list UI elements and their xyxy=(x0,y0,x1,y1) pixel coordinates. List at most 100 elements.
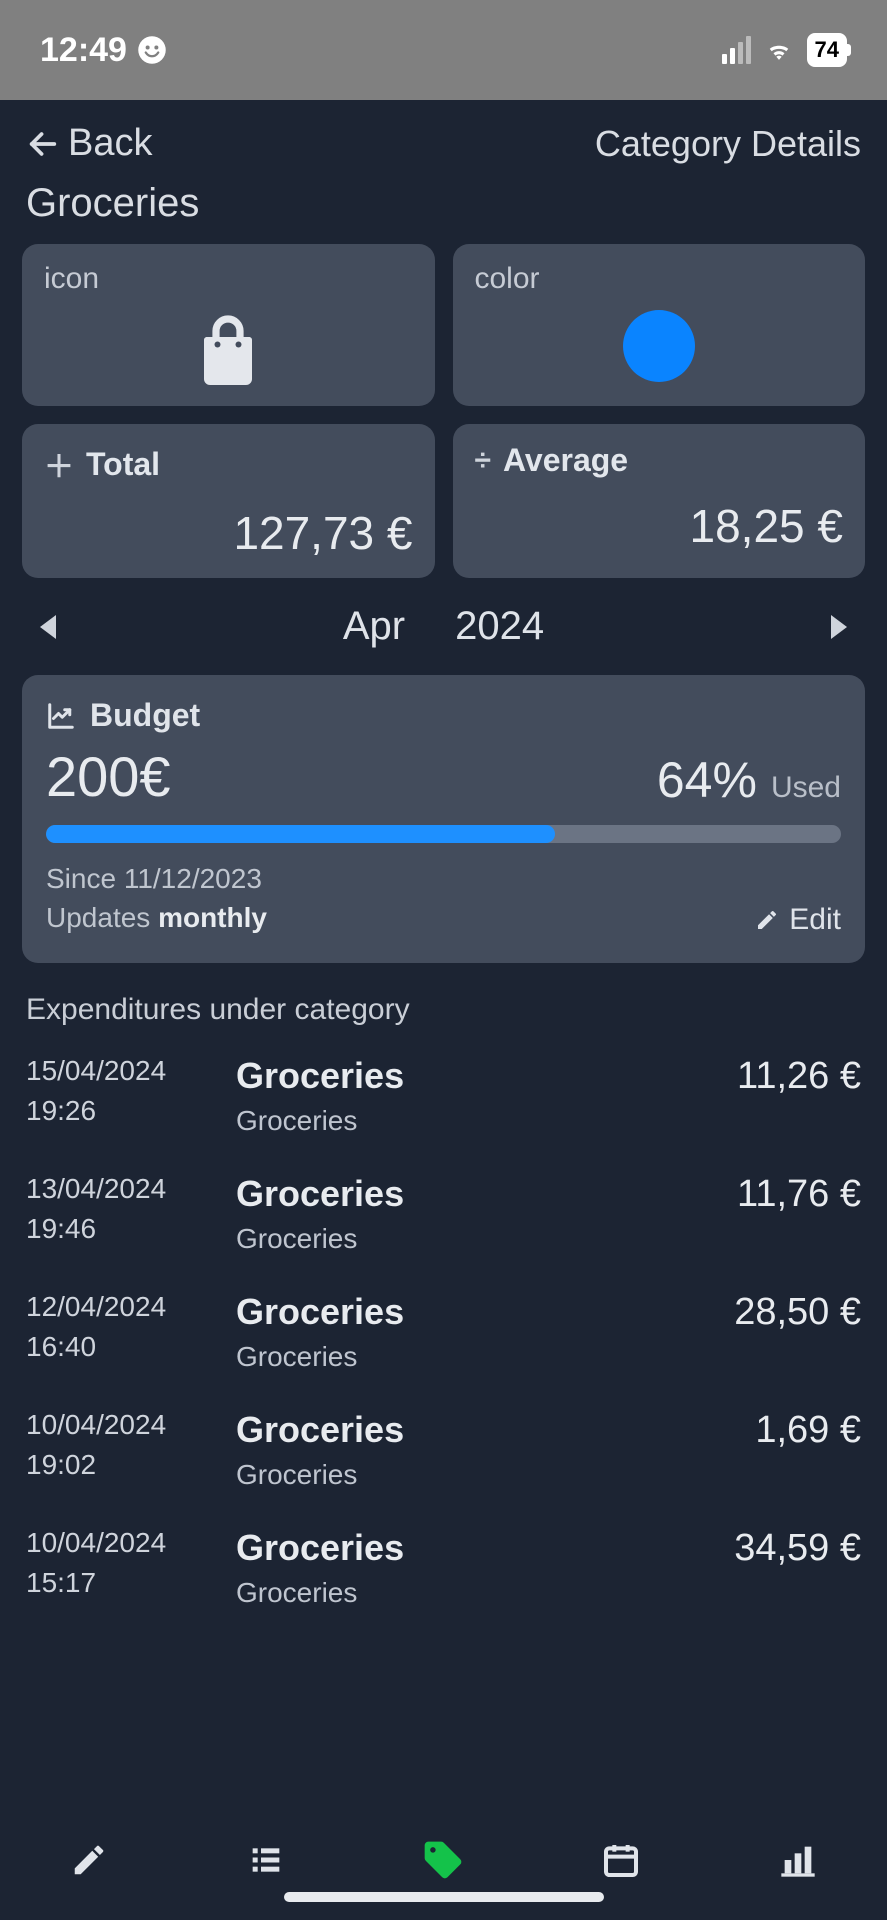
category-icon-holder xyxy=(44,310,413,388)
budget-progress-fill xyxy=(46,825,555,843)
transaction-subtitle: Groceries xyxy=(236,1577,714,1609)
budget-label: Budget xyxy=(90,697,200,734)
transaction-date: 12/04/2024 xyxy=(26,1291,216,1323)
edit-budget-button[interactable]: Edit xyxy=(755,903,841,937)
transaction-datetime: 10/04/2024 19:02 xyxy=(26,1409,216,1481)
battery-indicator: 74 xyxy=(807,33,847,67)
tab-calendar[interactable] xyxy=(591,1830,651,1890)
transaction-main: GroceriesGroceries xyxy=(236,1055,717,1137)
arrow-left-icon xyxy=(26,127,60,161)
tab-list[interactable] xyxy=(236,1830,296,1890)
divide-icon: ÷ xyxy=(475,444,491,478)
plus-icon: ＋ xyxy=(44,442,74,486)
icon-color-row: icon color xyxy=(0,244,887,406)
wifi-icon xyxy=(765,39,793,61)
transaction-time: 15:17 xyxy=(26,1567,216,1599)
transaction-main: Groceries Groceries xyxy=(236,1409,735,1491)
transaction-time: 19:26 xyxy=(26,1095,216,1127)
average-value: 18,25 € xyxy=(475,499,844,553)
period-display[interactable]: Apr 2024 xyxy=(343,604,544,649)
transaction-main: Groceries Groceries xyxy=(236,1173,717,1255)
budget-percent: 64% xyxy=(657,751,757,809)
bar-chart-icon xyxy=(778,1840,818,1880)
transaction-amount: 28,50 € xyxy=(734,1291,861,1334)
transaction-subtitle: Groceries xyxy=(236,1223,717,1255)
shopping-bag-icon xyxy=(192,310,264,388)
period-year: 2024 xyxy=(455,604,544,649)
status-time: 12:49 xyxy=(40,31,127,70)
transaction-datetime: 10/04/2024 15:17 xyxy=(26,1527,216,1599)
chart-line-icon xyxy=(46,701,76,731)
tab-tags[interactable] xyxy=(413,1830,473,1890)
prev-month-button[interactable] xyxy=(40,615,56,639)
budget-progress xyxy=(46,825,841,843)
budget-card[interactable]: Budget 200€ 64% Used Since 11/12/2023 Up… xyxy=(22,675,865,963)
home-indicator xyxy=(284,1892,604,1902)
pencil-icon xyxy=(755,908,779,932)
transaction-row[interactable]: 10/04/2024 15:17 Groceries Groceries 34,59 € xyxy=(0,1509,887,1627)
transaction-row[interactable]: 13/04/202419:46 Groceries Groceries 11,76 € xyxy=(0,1155,887,1273)
average-label: Average xyxy=(503,442,628,479)
transaction-date: 10/04/2024 xyxy=(26,1409,216,1441)
color-swatch xyxy=(623,310,695,382)
edit-label: Edit xyxy=(789,903,841,937)
transaction-title: Groceries xyxy=(236,1527,714,1569)
transaction-amount: 1,69 € xyxy=(755,1409,861,1452)
transaction-date: 15/04/2024 xyxy=(26,1055,216,1087)
calendar-icon xyxy=(601,1840,641,1880)
color-card[interactable]: color xyxy=(453,244,866,406)
status-bar: 12:49 74 xyxy=(0,0,887,100)
transaction-amount: 11,76 € xyxy=(737,1173,861,1216)
transaction-amount: 34,59 € xyxy=(734,1527,861,1570)
color-holder xyxy=(475,310,844,382)
period-month: Apr xyxy=(343,604,405,649)
budget-meta: Since 11/12/2023 Updates monthly xyxy=(46,859,267,937)
transaction-subtitle: Groceries xyxy=(236,1459,735,1491)
list-icon xyxy=(246,1840,286,1880)
transaction-subtitle: Groceries xyxy=(236,1341,714,1373)
period-selector: Apr 2024 xyxy=(0,578,887,675)
status-left: 12:49 xyxy=(40,31,167,70)
face-icon xyxy=(137,35,167,65)
transaction-datetime: 12/04/2024 16:40 xyxy=(26,1291,216,1363)
transaction-title: Groceries xyxy=(236,1173,717,1215)
transaction-time: 19:46 xyxy=(26,1213,216,1245)
icon-card[interactable]: icon xyxy=(22,244,435,406)
back-label: Back xyxy=(68,122,152,165)
budget-amount: 200€ xyxy=(46,744,171,809)
transaction-main: Groceries Groceries xyxy=(236,1527,714,1609)
transaction-datetime: 13/04/202419:46 xyxy=(26,1173,216,1245)
pencil-icon xyxy=(70,1841,108,1879)
tab-stats[interactable] xyxy=(768,1830,828,1890)
transaction-row[interactable]: 12/04/2024 16:40 Groceries Groceries 28,50 € xyxy=(0,1273,887,1391)
next-month-button[interactable] xyxy=(831,615,847,639)
back-button[interactable]: Back xyxy=(26,122,152,165)
cellular-signal-icon xyxy=(722,36,751,64)
total-value: 127,73 € xyxy=(44,506,413,560)
average-card[interactable]: ÷ Average 18,25 € xyxy=(453,424,866,578)
color-card-label: color xyxy=(475,262,844,296)
tab-edit[interactable] xyxy=(59,1830,119,1890)
transactions-header: Expenditures under category xyxy=(0,963,887,1037)
transaction-time: 16:40 xyxy=(26,1331,216,1363)
stats-row: ＋ Total 127,73 € ÷ Average 18,25 € xyxy=(0,424,887,578)
icon-card-label: icon xyxy=(44,262,413,296)
transaction-datetime: 15/04/2024 19:26 xyxy=(26,1055,216,1127)
nav-row: Back Category Details xyxy=(0,100,887,173)
transaction-title: Groceries xyxy=(236,1291,714,1333)
total-label: Total xyxy=(86,446,160,483)
transaction-main: Groceries Groceries xyxy=(236,1291,714,1373)
total-card[interactable]: ＋ Total 127,73 € xyxy=(22,424,435,578)
transactions-list: 15/04/202419:26GroceriesGroceries11,26 €… xyxy=(0,1037,887,1627)
page-title: Category Details xyxy=(595,123,861,165)
transaction-time: 19:02 xyxy=(26,1449,216,1481)
transaction-row[interactable]: 10/04/2024 19:02 Groceries Groceries 1,69 € xyxy=(0,1391,887,1509)
transaction-amount: 11,26 € xyxy=(737,1055,861,1098)
transaction-title: Groceries xyxy=(236,1409,735,1451)
transaction-row[interactable]: 15/04/2024 19:26 GroceriesGroceries 11,26 € xyxy=(0,1037,887,1155)
budget-used-label: Used xyxy=(771,771,841,805)
category-name: Groceries xyxy=(0,173,887,244)
transaction-date: 10/04/2024 xyxy=(26,1527,216,1559)
status-right: 74 xyxy=(722,33,847,67)
transaction-subtitle: Groceries xyxy=(236,1105,717,1137)
